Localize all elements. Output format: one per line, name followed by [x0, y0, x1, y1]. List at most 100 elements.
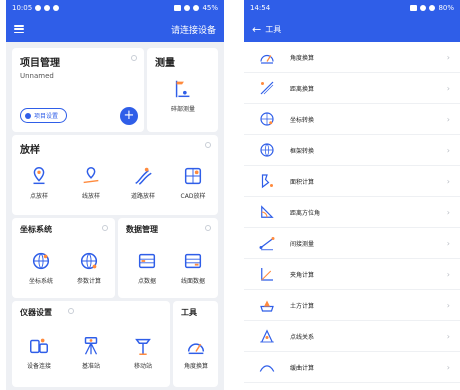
survey-title: 测量	[155, 58, 175, 69]
earthwork-icon	[260, 300, 274, 312]
gear-icon[interactable]	[131, 55, 137, 61]
cad-stakeout-tile[interactable]: CAD放样	[170, 165, 216, 209]
tools-list: 角度换算 › 距离换算 › 坐标转换 › 框架转换 › 面积计算 › 距离方位角…	[244, 42, 460, 383]
azimuth-icon	[261, 205, 274, 218]
point-stakeout-icon	[33, 167, 45, 185]
data-title: 数据管理	[126, 225, 158, 234]
list-item[interactable]: 点线关系 ›	[244, 321, 460, 352]
list-item-label: 缓曲计算	[290, 364, 315, 372]
point-data-tile[interactable]: 点数据	[124, 250, 170, 294]
list-item[interactable]: 角度换算 ›	[244, 42, 460, 73]
rover-icon	[135, 338, 151, 355]
list-item[interactable]: 距离方位角 ›	[244, 197, 460, 228]
sim-icon	[174, 5, 182, 11]
line-stakeout-label: 线放样	[81, 193, 100, 200]
point-data-icon	[138, 253, 156, 269]
status-time: 14:54	[250, 4, 271, 12]
base-station-label: 基准站	[81, 363, 100, 370]
list-item[interactable]: 面积计算 ›	[244, 166, 460, 197]
angle-convert-icon	[187, 343, 205, 355]
battery-level: 80%	[438, 4, 454, 12]
list-item-label: 面积计算	[290, 178, 315, 186]
gear-icon[interactable]	[102, 225, 108, 231]
list-item[interactable]: 夹角计算 ›	[244, 259, 460, 290]
rover-label: 移动站	[133, 363, 152, 370]
angle-convert-label: 角度换算	[183, 363, 208, 370]
list-item[interactable]: 坐标转换 ›	[244, 104, 460, 135]
globe-icon	[32, 252, 50, 270]
curve-calc-icon	[259, 365, 275, 372]
list-item-label: 角度换算	[290, 54, 315, 62]
tools-title: 工具	[181, 308, 197, 317]
status-bar: 14:54 80%	[244, 0, 460, 16]
parameter-calc-tile[interactable]: 参数计算	[66, 250, 112, 294]
project-settings-button[interactable]: 项目设置	[20, 108, 68, 123]
stakeout-card: 放样 点放样 线放样 道路放样 CAD放样	[12, 135, 218, 215]
wifi-icon	[429, 5, 436, 11]
main-screen: 10:05 45% 请连接设备 项目管理 Unnamed 项目设置 + 测量 碎	[6, 0, 224, 390]
back-arrow-icon[interactable]: ←	[252, 23, 261, 36]
coordinate-system-tile[interactable]: 坐标系统	[18, 250, 64, 294]
menu-icon[interactable]	[14, 25, 24, 33]
project-card: 项目管理 Unnamed 项目设置 +	[12, 48, 144, 132]
bluetooth-icon	[184, 5, 191, 11]
gear-icon[interactable]	[205, 225, 211, 231]
chevron-right-icon: ›	[446, 331, 450, 341]
road-stakeout-tile[interactable]: 道路放样	[120, 165, 166, 209]
gear-icon	[25, 112, 31, 119]
point-stakeout-label: 点放样	[29, 193, 48, 200]
detail-survey-tile[interactable]: 碎部测量	[160, 78, 206, 122]
angle-convert-tile[interactable]: 角度换算	[173, 335, 219, 379]
app-bar: 请连接设备	[6, 16, 224, 42]
coordinate-convert-icon	[260, 112, 274, 126]
base-station-tile[interactable]: 基准站	[68, 335, 114, 379]
gear-icon[interactable]	[68, 308, 74, 314]
list-item[interactable]: 土方计算 ›	[244, 290, 460, 321]
chevron-right-icon: ›	[446, 269, 450, 279]
list-item[interactable]: 缓曲计算 ›	[244, 352, 460, 383]
survey-card: 测量 碎部测量	[147, 48, 218, 132]
included-angle-icon	[261, 268, 273, 281]
status-time: 10:05	[12, 4, 33, 12]
gear-icon[interactable]	[205, 142, 211, 148]
chevron-right-icon: ›	[446, 176, 450, 186]
data-card: 数据管理 点数据 线面数据	[118, 218, 218, 298]
chevron-right-icon: ›	[446, 145, 450, 155]
list-item-label: 框架转换	[290, 147, 315, 155]
sim-icon	[410, 5, 418, 11]
status-bar: 10:05 45%	[6, 0, 224, 16]
device-title: 仪器设置	[20, 308, 52, 317]
rover-tile[interactable]: 移动站	[120, 335, 166, 379]
tools-screen: 14:54 80% ← 工具 角度换算 › 距离换算 › 坐标转换 › 框架转换…	[244, 0, 460, 390]
project-settings-label: 项目设置	[34, 113, 59, 120]
chevron-right-icon: ›	[446, 362, 450, 372]
connect-device-button[interactable]: 请连接设备	[171, 23, 216, 36]
angle-convert-icon	[260, 54, 274, 64]
line-stakeout-tile[interactable]: 线放样	[68, 165, 114, 209]
list-item-label: 距离换算	[290, 85, 315, 93]
line-stakeout-icon	[83, 167, 99, 184]
chevron-right-icon: ›	[446, 114, 450, 124]
list-item[interactable]: 间接测量 ›	[244, 228, 460, 259]
base-station-icon	[84, 337, 98, 355]
tools-card: 工具 角度换算	[173, 301, 218, 387]
road-stakeout-label: 道路放样	[130, 193, 155, 200]
battery-level: 45%	[202, 4, 218, 12]
chevron-right-icon: ›	[446, 207, 450, 217]
coordinate-system-label: 坐标系统	[28, 278, 53, 285]
list-item[interactable]: 距离换算 ›	[244, 73, 460, 104]
chevron-right-icon: ›	[446, 52, 450, 62]
list-item[interactable]: 框架转换 ›	[244, 135, 460, 166]
line-data-tile[interactable]: 线面数据	[170, 250, 216, 294]
list-item-label: 距离方位角	[290, 209, 321, 217]
area-calc-icon	[261, 174, 273, 189]
detail-survey-icon	[175, 80, 190, 98]
chevron-right-icon: ›	[446, 300, 450, 310]
list-item-label: 坐标转换	[290, 116, 315, 124]
device-connect-icon	[30, 338, 48, 354]
point-stakeout-tile[interactable]: 点放样	[16, 165, 62, 209]
device-connect-tile[interactable]: 设备连接	[16, 335, 62, 379]
coordinate-title: 坐标系统	[20, 225, 52, 234]
add-project-button[interactable]: +	[120, 107, 138, 125]
app-bar: ← 工具	[244, 16, 460, 42]
